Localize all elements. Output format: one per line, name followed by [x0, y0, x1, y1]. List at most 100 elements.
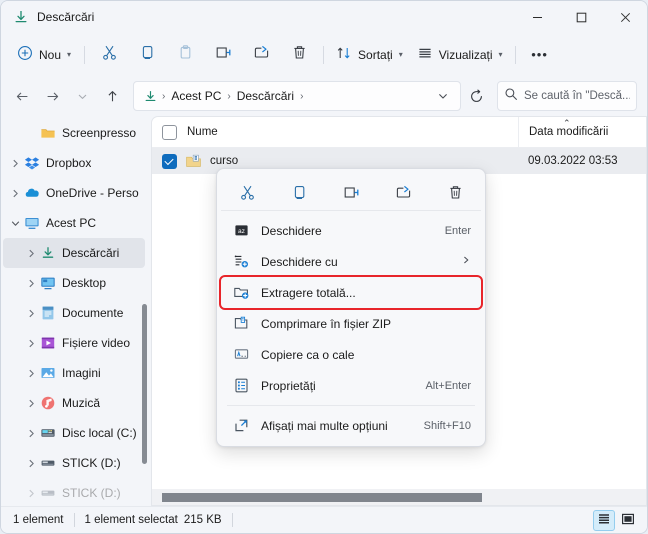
maximize-button[interactable]	[559, 1, 603, 33]
breadcrumb-item-acest-pc[interactable]: Acest PC	[166, 86, 226, 106]
rename-icon	[215, 44, 232, 66]
search-input[interactable]	[524, 90, 630, 102]
divider	[231, 513, 233, 527]
sidebar-item-onedrive-perso[interactable]: OneDrive - Perso	[3, 178, 145, 208]
scissors-icon	[101, 44, 118, 66]
view-toggle-group	[593, 509, 639, 531]
download-icon[interactable]	[142, 89, 161, 104]
horizontal-scrollbar-thumb[interactable]	[162, 493, 482, 502]
context-menu-item-propriet-i[interactable]: Proprietăți Alt+Enter	[221, 370, 481, 401]
sidebar-item-label: Descărcări	[62, 246, 120, 260]
window-controls	[515, 1, 647, 33]
horizontal-scrollbar[interactable]	[152, 489, 646, 505]
rename-button[interactable]	[204, 39, 242, 71]
status-item-count: 1 element	[13, 514, 64, 526]
sidebar-item-acest-pc[interactable]: Acest PC	[3, 208, 145, 238]
context-menu-item-afi-a-i-mai-multe-op-iuni[interactable]: Afișați mai multe opțiuni Shift+F10	[221, 410, 481, 441]
large-icons-view-icon	[621, 512, 635, 529]
cut-button[interactable]	[90, 39, 128, 71]
sidebar-item-label: Screenpresso	[62, 126, 137, 140]
svg-text:az: az	[238, 228, 245, 235]
details-view-icon	[597, 512, 611, 529]
context-rename-button[interactable]	[333, 177, 369, 207]
sidebar-item-imagini[interactable]: Imagini	[3, 358, 145, 388]
sidebar-item-documente[interactable]: Documente	[3, 298, 145, 328]
chevron-right-icon[interactable]	[23, 428, 39, 439]
context-menu-item-extragere-total[interactable]: Extragere totală...	[219, 275, 483, 310]
chevron-right-icon[interactable]	[23, 488, 39, 499]
sidebar-item-label: Disc local (C:)	[62, 426, 137, 440]
context-menu-item-label: Extragere totală...	[261, 285, 356, 300]
sidebar-item-dropbox[interactable]: Dropbox	[3, 148, 145, 178]
context-menu-item-deschidere-cu[interactable]: Deschidere cu	[221, 246, 481, 277]
refresh-button[interactable]	[461, 81, 491, 111]
context-cut-button[interactable]	[229, 177, 265, 207]
context-menu-item-deschidere[interactable]: az Deschidere Enter	[221, 215, 481, 246]
plus-circle-icon	[17, 45, 33, 64]
back-button[interactable]	[7, 81, 37, 111]
sidebar-item-desktop[interactable]: Desktop	[3, 268, 145, 298]
details-view-button[interactable]	[593, 509, 615, 531]
close-button[interactable]	[603, 1, 647, 33]
chevron-right-icon[interactable]	[23, 248, 39, 259]
music-icon	[39, 395, 57, 411]
context-menu-item-label: Proprietăți	[261, 378, 316, 393]
sort-button[interactable]: Sortați ▾	[329, 40, 410, 69]
sidebar-item-muzic[interactable]: Muzică	[3, 388, 145, 418]
context-share-button[interactable]	[385, 177, 421, 207]
sidebar-item-stick-d[interactable]: STICK (D:)	[3, 448, 145, 478]
context-copy-button[interactable]	[281, 177, 317, 207]
chevron-right-icon[interactable]	[23, 338, 39, 349]
column-header-date-modified[interactable]: ⌃ Data modificării	[518, 117, 646, 147]
ellipsis-icon: •••	[531, 47, 548, 62]
copy-button[interactable]	[128, 39, 166, 71]
paste-button[interactable]	[166, 39, 204, 71]
context-menu-item-comprimare-n-fi-ier-zip[interactable]: Comprimare în fișier ZIP	[221, 308, 481, 339]
chevron-right-icon[interactable]	[7, 158, 23, 169]
sidebar-item-desc-rc-ri[interactable]: Descărcări	[3, 238, 145, 268]
sort-button-label: Sortați	[358, 47, 393, 62]
up-button[interactable]	[97, 81, 127, 111]
context-menu-item-label: Comprimare în fișier ZIP	[261, 316, 392, 331]
copy-icon	[139, 44, 156, 66]
file-name-cell: curso	[152, 153, 518, 170]
select-all-checkbox[interactable]	[162, 124, 177, 140]
sidebar-item-screenpresso[interactable]: Screenpresso	[3, 118, 145, 148]
sidebar-item-fi-iere-video[interactable]: Fișiere video	[3, 328, 145, 358]
search-box[interactable]	[497, 81, 637, 111]
address-bar[interactable]: › Acest PC › Descărcări ›	[133, 81, 461, 111]
chevron-right-icon[interactable]	[23, 398, 39, 409]
row-checkbox[interactable]	[162, 153, 177, 169]
new-button[interactable]: Nou ▾	[11, 40, 79, 69]
chevron-right-icon[interactable]	[23, 368, 39, 379]
column-header-name[interactable]: Nume	[152, 117, 518, 147]
recent-locations-button[interactable]	[67, 81, 97, 111]
forward-button[interactable]	[37, 81, 67, 111]
view-button-label: Vizualizați	[438, 47, 493, 62]
more-options-button[interactable]: •••	[521, 39, 559, 71]
chevron-right-icon[interactable]	[23, 458, 39, 469]
chevron-right-icon[interactable]	[23, 278, 39, 289]
large-icons-view-button[interactable]	[617, 510, 639, 531]
sidebar-scrollbar-thumb[interactable]	[142, 304, 147, 464]
delete-button[interactable]	[280, 39, 318, 71]
sort-arrows-icon	[336, 45, 352, 64]
chevron-right-icon[interactable]	[23, 308, 39, 319]
sidebar-item-disc-local-c[interactable]: Disc local (C:)	[3, 418, 145, 448]
view-button[interactable]: Vizualizați ▾	[410, 40, 510, 69]
file-explorer-window: Descărcări Nou ▾ Sortați ▾ Vizualizați ▾…	[0, 0, 648, 534]
context-delete-button[interactable]	[437, 177, 473, 207]
breadcrumb-item-descarcari[interactable]: Descărcări	[232, 86, 299, 106]
chevron-down-icon[interactable]	[7, 218, 23, 229]
new-button-label: Nou	[39, 47, 62, 62]
minimize-button[interactable]	[515, 1, 559, 33]
chevron-down-icon[interactable]	[430, 83, 456, 109]
context-menu-item-copiere-ca-o-cale[interactable]: Copiere ca o cale	[221, 339, 481, 370]
command-bar: Nou ▾ Sortați ▾ Vizualizați ▾ •••	[1, 33, 647, 76]
share-button[interactable]	[242, 39, 280, 71]
dropbox-icon	[23, 155, 41, 171]
sidebar-item-stick-d[interactable]: STICK (D:)	[3, 478, 145, 506]
sidebar-scrollbar[interactable]	[141, 116, 148, 506]
paste-icon	[177, 44, 194, 66]
chevron-right-icon[interactable]	[7, 188, 23, 199]
